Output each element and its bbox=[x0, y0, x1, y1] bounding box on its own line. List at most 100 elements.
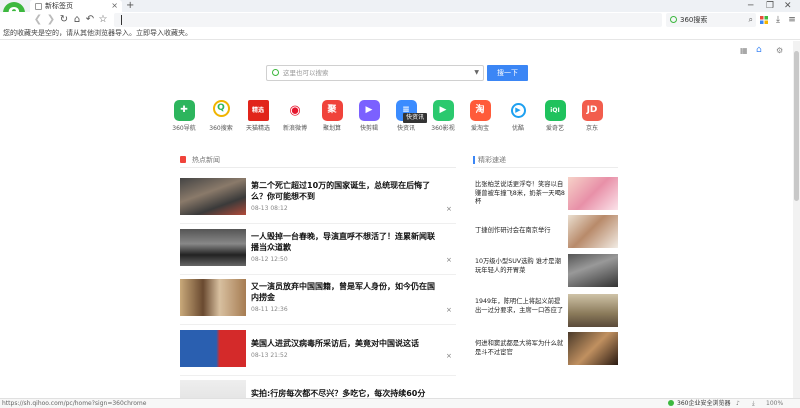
news-title[interactable]: 美国人进武汉病毒所采访后，美竟对中国说这话 bbox=[251, 338, 441, 349]
featured-thumbnail[interactable] bbox=[568, 294, 618, 327]
home-page-icon[interactable]: ⌂ bbox=[756, 45, 762, 55]
featured-title[interactable]: 10万级小型SUV选购 谁才是潮玩年轻人的开胃菜 bbox=[475, 258, 565, 275]
search-placeholder: 这里也可以搜索 bbox=[283, 69, 329, 77]
search-icon[interactable]: ⌕ bbox=[749, 13, 753, 27]
enterprise-label[interactable]: 360企业安全浏览器 bbox=[668, 399, 730, 408]
site-tile-kuaijianji[interactable]: ▶ 快剪辑 bbox=[351, 100, 387, 132]
news-item[interactable]: 第二个死亡超过10万的国家诞生，总统现在后悔了么？你可能想不到 08-13 08… bbox=[180, 178, 456, 224]
featured-title[interactable]: 丁捷创作研讨会在南京举行 bbox=[475, 227, 565, 236]
jd-icon: JD bbox=[581, 100, 603, 121]
kuaijianji-icon: ▶ bbox=[358, 100, 380, 121]
toolbar-search-box[interactable]: 360搜索 ⌕ bbox=[666, 13, 756, 27]
tab-title: 新标签页 bbox=[45, 2, 73, 10]
featured-thumbnail[interactable] bbox=[568, 332, 618, 365]
juhuasuan-icon: 聚 bbox=[321, 100, 343, 121]
featured-title[interactable]: 1949年，陈明仁上将起义前提出一过分要求，主席一口答应了 bbox=[475, 298, 565, 315]
featured-thumbnail[interactable] bbox=[568, 254, 618, 287]
search-button[interactable]: 搜一下 bbox=[487, 65, 528, 81]
layout-grid-icon[interactable]: ▦ bbox=[740, 46, 748, 55]
site-tile-tmall[interactable]: 精选 天猫精选 bbox=[240, 100, 276, 132]
site-tile-jd[interactable]: JD 京东 bbox=[574, 100, 610, 132]
site-label: 360导航 bbox=[172, 125, 196, 132]
news-item[interactable]: 实拍:行房每次都不尽兴？多吃它，每次持续60分钟！ bbox=[180, 380, 456, 398]
site-tile-aitaobao[interactable]: 淘 爱淘宝 bbox=[462, 100, 498, 132]
news-thumbnail[interactable] bbox=[180, 330, 246, 367]
chevron-down-icon[interactable]: ▼ bbox=[474, 66, 479, 80]
site-tile-iqiyi[interactable]: iQI 爱奇艺 bbox=[537, 100, 573, 132]
featured-title[interactable]: 比张柏芝说话更浮夸！笑容以自赚曾被车撞飞8米，奶茶一天喝8杯 bbox=[475, 181, 565, 207]
featured-item[interactable]: 10万级小型SUV选购 谁才是潮玩年轻人的开胃菜 bbox=[474, 254, 618, 287]
hot-news-icon bbox=[180, 156, 186, 163]
star-icon[interactable]: ☆ bbox=[96, 12, 110, 28]
divider bbox=[180, 167, 456, 168]
status-zoom[interactable]: 100% bbox=[766, 399, 783, 408]
refresh-icon[interactable]: ↻ bbox=[57, 12, 71, 28]
site-tile-360video[interactable]: ▶ 360影视 bbox=[425, 100, 461, 132]
news-item[interactable]: 美国人进武汉病毒所采访后，美竟对中国说这话 08-13 21:52 × bbox=[180, 330, 456, 376]
tab-close-button[interactable]: × bbox=[111, 0, 118, 12]
settings-gear-icon[interactable]: ⚙ bbox=[776, 46, 783, 55]
new-tab-button[interactable]: + bbox=[126, 0, 134, 12]
tab-new-tab[interactable]: 新标签页 × bbox=[30, 0, 122, 12]
iqiyi-icon: iQI bbox=[544, 100, 566, 121]
featured-title[interactable]: 何进和窦武都是大将军为什么就是斗不过宦官 bbox=[475, 340, 565, 357]
news-thumbnail[interactable] bbox=[180, 229, 246, 266]
featured-item[interactable]: 丁捷创作研讨会在南京举行 bbox=[474, 215, 618, 248]
minimize-button[interactable]: ─ bbox=[748, 0, 753, 12]
address-bar[interactable] bbox=[114, 13, 662, 27]
news-title[interactable]: 第二个死亡超过10万的国家诞生，总统现在后悔了么？你可能想不到 bbox=[251, 180, 441, 202]
close-window-button[interactable]: ✕ bbox=[784, 0, 792, 12]
status-sound-icon[interactable]: ♪ bbox=[736, 399, 740, 408]
home-icon[interactable]: ⌂ bbox=[70, 12, 84, 28]
divider bbox=[473, 167, 618, 168]
site-label: 优酷 bbox=[511, 125, 524, 132]
news-title[interactable]: 又一演员放弃中国国籍，曾是军人身份，如今仍在国内捞金 bbox=[251, 281, 441, 303]
site-tile-juhuasuan[interactable]: 聚 聚划算 bbox=[314, 100, 350, 132]
search-engine-label: 360搜索 bbox=[680, 16, 708, 24]
site-label: 360影视 bbox=[431, 125, 455, 132]
dismiss-button[interactable]: × bbox=[446, 306, 452, 314]
download-icon[interactable]: ⤓ bbox=[771, 12, 785, 28]
back-icon[interactable]: ❮ bbox=[31, 12, 45, 28]
tmall-icon: 精选 bbox=[247, 100, 269, 121]
news-title[interactable]: 一人毁掉一台春晚，导演直呼不想活了！连累新闻联播当众道歉 bbox=[251, 231, 441, 253]
dismiss-button[interactable]: × bbox=[446, 352, 452, 360]
undo-icon[interactable]: ↶ bbox=[83, 12, 97, 28]
news-thumbnail[interactable] bbox=[180, 178, 246, 215]
status-download-icon[interactable]: ⤓ bbox=[752, 399, 755, 408]
news-item[interactable]: 又一演员放弃中国国籍，曾是军人身份，如今仍在国内捞金 08-11 12:36 × bbox=[180, 279, 456, 325]
dismiss-button[interactable]: × bbox=[446, 256, 452, 264]
scrollbar-thumb[interactable] bbox=[794, 51, 799, 201]
news-title[interactable]: 实拍:行房每次都不尽兴？多吃它，每次持续60分钟！ bbox=[251, 388, 441, 398]
featured-thumbnail[interactable] bbox=[568, 215, 618, 248]
apps-grid-icon[interactable] bbox=[757, 12, 771, 28]
360search-icon: Q bbox=[212, 100, 230, 117]
site-tile-360search[interactable]: Q 360搜索 bbox=[203, 100, 239, 132]
forward-icon[interactable]: ❯ bbox=[44, 12, 58, 28]
site-tile-weibo[interactable]: ◉ 新浪微博 bbox=[277, 100, 313, 132]
featured-thumbnail[interactable] bbox=[568, 177, 618, 210]
favbar-notice[interactable]: 您的收藏夹是空的，请从其他浏览器导入。立即导入收藏夹。 bbox=[3, 29, 192, 37]
featured-item[interactable]: 比张柏芝说话更浮夸！笑容以自赚曾被车撞飞8米，奶茶一天喝8杯 bbox=[474, 177, 618, 210]
site-label: 天猫精选 bbox=[245, 125, 270, 132]
site-tile-youku[interactable]: ▶ 优酷 bbox=[500, 100, 536, 132]
featured-item[interactable]: 1949年，陈明仁上将起义前提出一过分要求，主席一口答应了 bbox=[474, 294, 618, 327]
site-tile-360nav[interactable]: ✚ 360导航 bbox=[166, 100, 202, 132]
tooltip: 快资讯 bbox=[403, 113, 427, 123]
hot-news-heading: 热点新闻 bbox=[192, 156, 220, 164]
site-label: 爱淘宝 bbox=[470, 125, 489, 132]
site-label: 新浪微博 bbox=[282, 125, 307, 132]
featured-item[interactable]: 何进和窦武都是大将军为什么就是斗不过宦官 bbox=[474, 332, 618, 365]
aitaobao-icon: 淘 bbox=[469, 100, 491, 121]
dismiss-button[interactable]: × bbox=[446, 205, 452, 213]
maximize-button[interactable]: ❐ bbox=[766, 0, 774, 12]
news-item[interactable]: 一人毁掉一台春晚，导演直呼不想活了！连累新闻联播当众道歉 08-12 12:50… bbox=[180, 229, 456, 275]
news-thumbnail[interactable] bbox=[180, 380, 246, 398]
main-search-input[interactable]: 这里也可以搜索 ▼ bbox=[266, 65, 484, 81]
news-thumbnail[interactable] bbox=[180, 279, 246, 316]
menu-icon[interactable]: ≡ bbox=[785, 12, 799, 28]
360nav-icon: ✚ bbox=[173, 100, 195, 121]
page-icon bbox=[35, 3, 42, 10]
360-logo-icon bbox=[670, 16, 677, 23]
page-scrollbar[interactable] bbox=[793, 41, 800, 398]
